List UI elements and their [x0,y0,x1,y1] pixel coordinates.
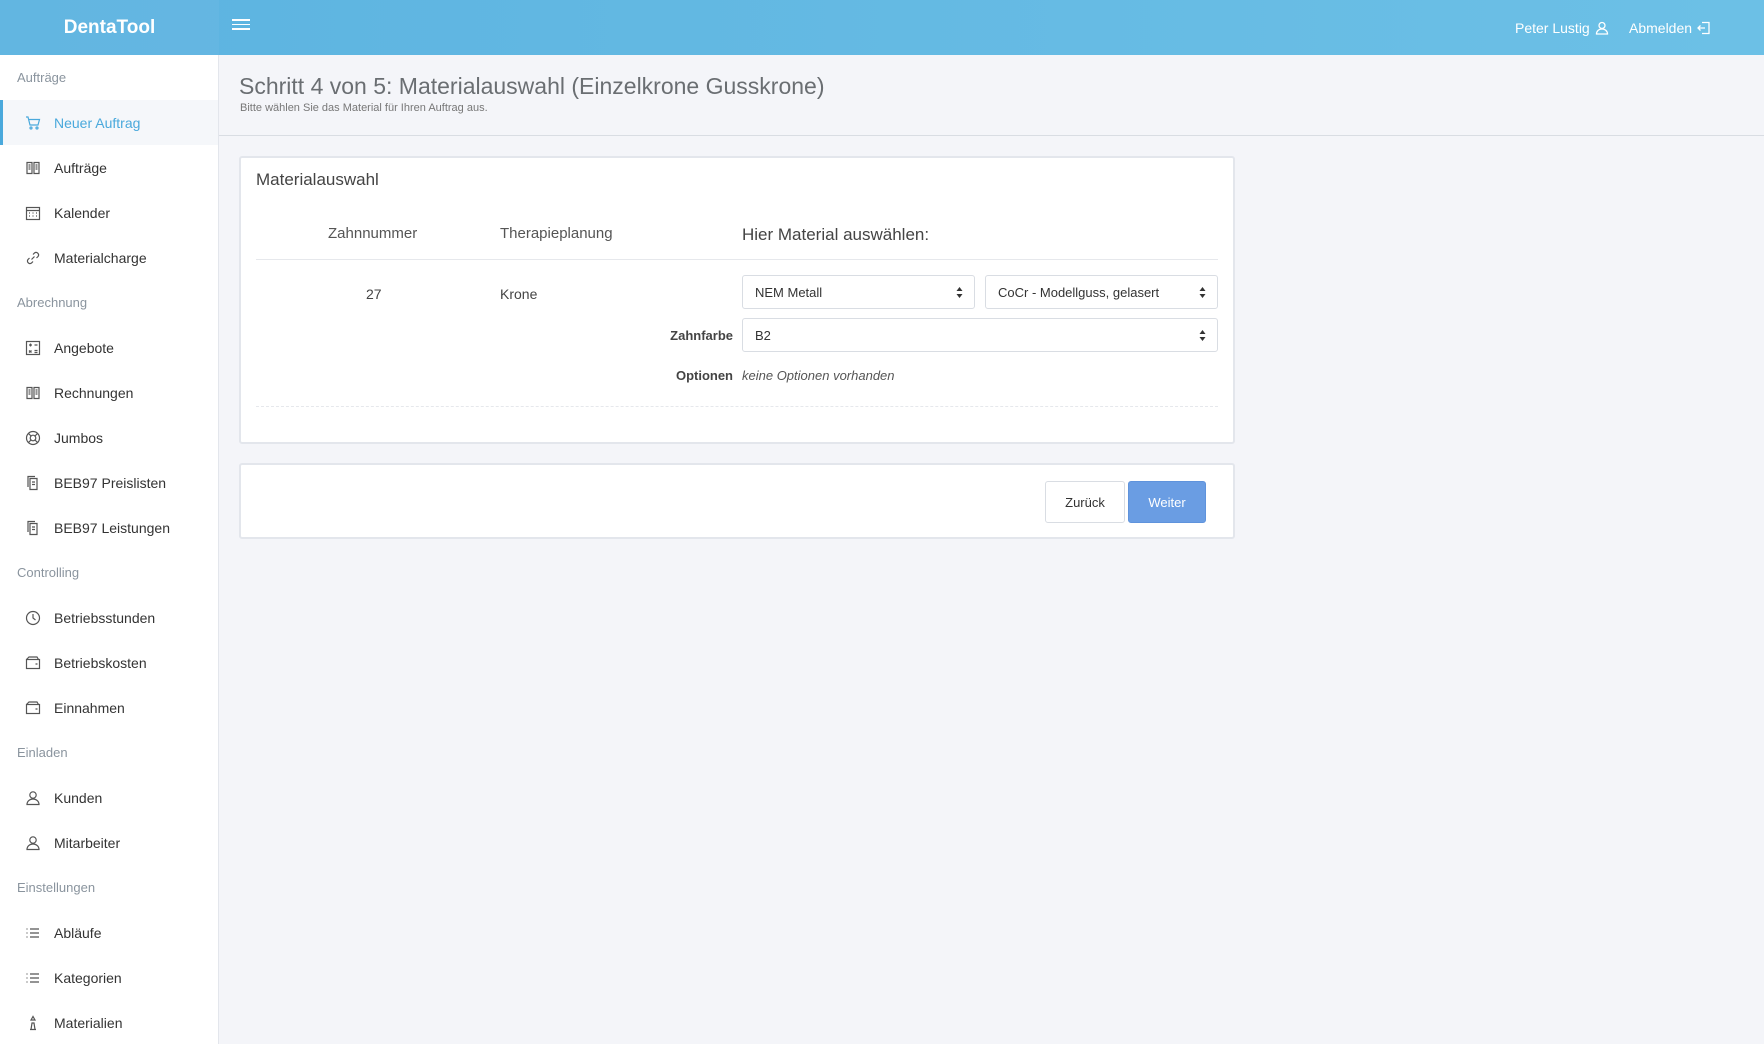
book-icon [25,160,41,176]
lifebuoy-icon [25,430,41,446]
chess-icon [25,1014,41,1031]
sidebar-item[interactable]: Materialcharge [0,235,218,280]
user-name: Peter Lustig [1515,19,1590,36]
brand-logo[interactable]: DentaTool [0,0,219,55]
sidebar-item[interactable]: Betriebskosten [0,640,218,685]
wallet-icon [25,700,41,716]
sidebar-item-label: BEB97 Leistungen [54,519,170,536]
shade-value: B2 [755,327,771,343]
sidebar-item-label: Kategorien [54,969,122,986]
menu-toggle-icon[interactable] [232,16,250,34]
select-caret-icon [956,287,963,298]
sidebar-section-title: Einladen [17,745,68,760]
sidebar-item[interactable]: BEB97 Leistungen [0,505,218,550]
user-menu[interactable]: Peter Lustig [1515,0,1609,55]
documents-icon [25,475,41,491]
sidebar-item-label: Jumbos [54,429,104,446]
material-group-select[interactable]: NEM Metall [742,275,975,309]
sidebar-item-label: Aufträge [54,159,107,176]
page-title: Schritt 4 von 5: Materialauswahl (Einzel… [239,73,825,99]
column-header-material: Hier Material auswählen: [742,225,930,244]
wallet-icon [25,655,41,671]
shade-label: Zahnfarbe [670,328,733,343]
user-icon [1595,21,1608,35]
panel-title: Materialauswahl [256,170,379,189]
documents-icon [25,520,41,536]
user-icon [25,835,41,851]
sidebar-item-label: Betriebskosten [54,654,147,671]
sidebar-item-label: Mitarbeiter [54,834,121,851]
sidebar-section-title: Einstellungen [17,880,96,895]
sidebar-item[interactable]: Materialien [0,1000,218,1044]
column-header-therapy: Therapieplanung [500,225,613,242]
material-panel: Materialauswahl Zahnnummer Therapieplanu… [239,156,1235,444]
link-icon [25,250,41,266]
material-group-value: NEM Metall [755,284,823,300]
sidebar-item-label: Materialcharge [54,249,147,266]
sidebar-section-title: Aufträge [17,70,67,85]
calculator-icon [25,340,41,356]
shade-select[interactable]: B2 [742,318,1218,352]
clock-icon [25,610,41,626]
sidebar-item[interactable]: Kalender [0,190,218,235]
column-header-tooth: Zahnnummer [328,225,418,242]
list-icon [25,925,41,941]
sidebar-item[interactable]: Abläufe [0,910,218,955]
sidebar-item[interactable]: Rechnungen [0,370,218,415]
sidebar-item[interactable]: Aufträge [0,145,218,190]
options-label: Optionen [675,368,733,383]
sidebar-item-label: Abläufe [54,924,102,941]
sidebar-item-label: Einnahmen [54,699,125,716]
sidebar-section-title: Controlling [17,565,80,580]
cart-icon [25,115,41,131]
material-select[interactable]: CoCr - Modellguss, gelasert [985,275,1218,309]
page-header: Schritt 4 von 5: Materialauswahl (Einzel… [219,55,1764,136]
material-value: CoCr - Modellguss, gelasert [998,284,1160,300]
sidebar: Aufträge Neuer Auftrag Aufträge Kalender Mat… [0,55,219,1044]
sidebar-item[interactable]: Neuer Auftrag [0,100,218,145]
sidebar-item-label: BEB97 Preislisten [54,474,167,491]
sidebar-item-label: Rechnungen [54,384,134,401]
top-navbar: DentaTool Peter Lustig Abmelden [0,0,1764,55]
tooth-number: 27 [366,286,382,302]
book-icon [25,385,41,401]
select-caret-icon [1199,287,1206,298]
logout-label: Abmelden [1629,19,1693,36]
sidebar-item-label: Kalender [54,204,111,221]
back-button[interactable]: Zurück [1045,481,1125,523]
sidebar-item[interactable]: BEB97 Preislisten [0,460,218,505]
next-button[interactable]: Weiter [1128,481,1206,523]
list-icon [25,970,41,986]
sidebar-item[interactable]: Kunden [0,775,218,820]
logout-icon [1697,21,1710,34]
select-caret-icon [1199,330,1206,341]
sidebar-item-label: Neuer Auftrag [54,114,141,131]
page-subtitle: Bitte wählen Sie das Material für Ihren … [240,102,488,114]
sidebar-section-title: Abrechnung [17,295,88,310]
sidebar-item-label: Kunden [54,789,103,806]
sidebar-item[interactable]: Mitarbeiter [0,820,218,865]
row-divider [256,406,1218,407]
user-icon [25,790,41,806]
sidebar-item-label: Materialien [54,1014,123,1031]
therapy-value: Krone [500,286,538,302]
options-value: keine Optionen vorhanden [742,368,895,383]
sidebar-item[interactable]: Einnahmen [0,685,218,730]
table-divider [256,259,1218,260]
sidebar-item[interactable]: Betriebsstunden [0,595,218,640]
sidebar-item-label: Betriebsstunden [54,609,156,626]
logout-link[interactable]: Abmelden [1629,0,1711,55]
sidebar-item-label: Angebote [54,339,114,356]
actions-panel: Zurück Weiter [239,463,1235,539]
sidebar-item[interactable]: Angebote [0,325,218,370]
sidebar-item[interactable]: Jumbos [0,415,218,460]
sidebar-item[interactable]: Kategorien [0,955,218,1000]
calendar-icon [25,205,41,221]
